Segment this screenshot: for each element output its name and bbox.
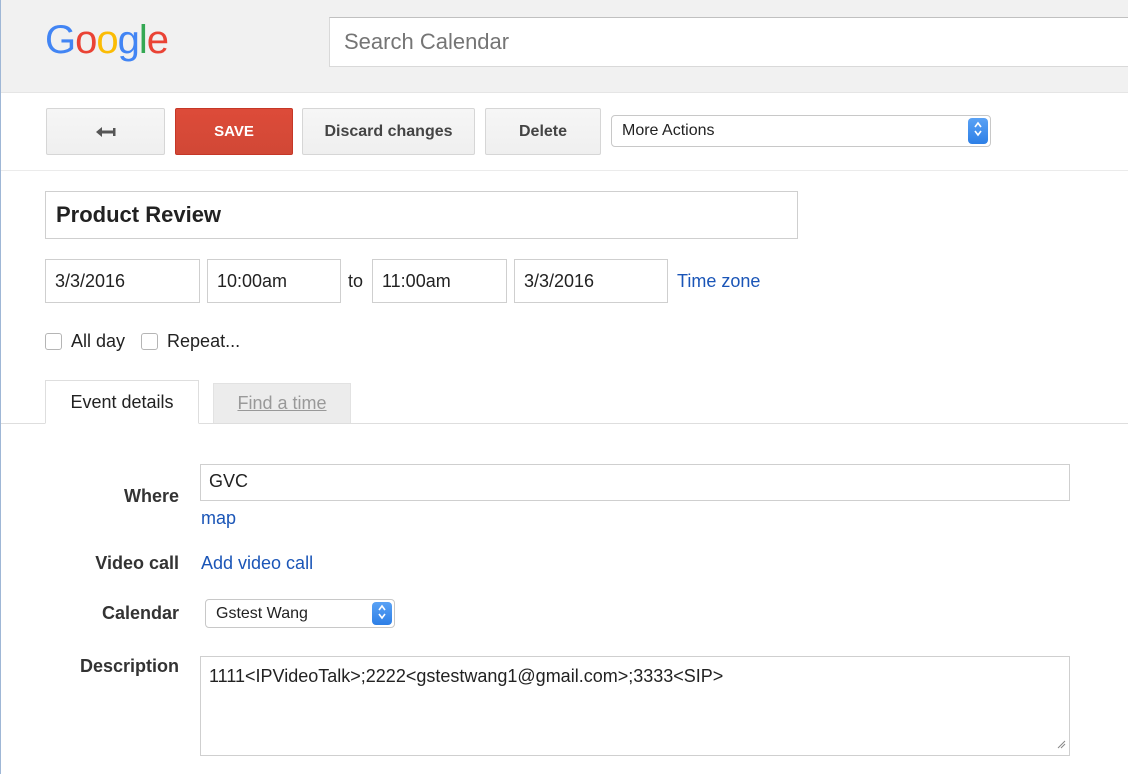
search-input[interactable]: [329, 17, 1128, 67]
map-link[interactable]: map: [201, 508, 236, 529]
updown-chevron-icon: [968, 118, 988, 144]
calendar-select-value: Gstest Wang: [216, 605, 308, 622]
app-header: Google: [1, 0, 1128, 93]
calendar-label: Calendar: [101, 603, 179, 623]
time-zone-link[interactable]: Time zone: [677, 271, 760, 292]
event-title-input[interactable]: Product Review: [45, 191, 798, 239]
logo-letter: g: [117, 18, 140, 62]
all-day-checkbox[interactable]: [45, 333, 62, 350]
to-label: to: [348, 271, 364, 291]
more-actions-value: More Actions: [622, 122, 715, 139]
logo-letter: G: [45, 18, 76, 62]
tab-event-details[interactable]: Event details: [45, 380, 199, 424]
repeat-checkbox[interactable]: [141, 333, 159, 350]
checkbox-row: All day Repeat...: [45, 331, 256, 352]
delete-button[interactable]: Delete: [485, 108, 601, 155]
start-time-field[interactable]: 10:00am: [207, 259, 341, 303]
logo-letter: e: [146, 18, 169, 62]
resize-grip-icon[interactable]: [1056, 739, 1066, 752]
end-time-field[interactable]: 11:00am: [372, 259, 507, 303]
where-input[interactable]: GVC: [200, 464, 1070, 501]
video-call-label: Video call: [95, 553, 179, 573]
logo-letter: l: [138, 18, 148, 62]
calendar-select[interactable]: Gstest Wang: [205, 599, 395, 628]
logo-letter: o: [75, 18, 97, 62]
save-button[interactable]: SAVE: [175, 108, 293, 155]
tab-find-a-time[interactable]: Find a time: [213, 383, 351, 423]
google-logo[interactable]: Google: [45, 18, 169, 63]
back-arrow-icon: [95, 126, 115, 137]
description-label: Description: [79, 656, 179, 676]
logo-letter: o: [96, 18, 118, 62]
all-day-label: All day: [71, 331, 126, 351]
more-actions-select[interactable]: More Actions: [611, 115, 991, 147]
updown-chevron-icon: [372, 602, 392, 625]
back-button[interactable]: [46, 108, 165, 155]
discard-changes-button[interactable]: Discard changes: [302, 108, 475, 155]
start-date-field[interactable]: 3/3/2016: [45, 259, 200, 303]
event-toolbar: SAVE Discard changes Delete More Actions: [1, 93, 1128, 171]
repeat-label: Repeat...: [167, 331, 241, 351]
calendar-edit-page: Google SAVE Discard changes Delete More …: [0, 0, 1128, 774]
add-video-call-link[interactable]: Add video call: [201, 553, 313, 574]
description-textarea[interactable]: 1111<IPVideoTalk>;2222<gstestwang1@gmail…: [200, 656, 1070, 756]
description-text: 1111<IPVideoTalk>;2222<gstestwang1@gmail…: [209, 666, 724, 686]
end-date-field[interactable]: 3/3/2016: [514, 259, 668, 303]
where-label: Where: [123, 486, 179, 506]
